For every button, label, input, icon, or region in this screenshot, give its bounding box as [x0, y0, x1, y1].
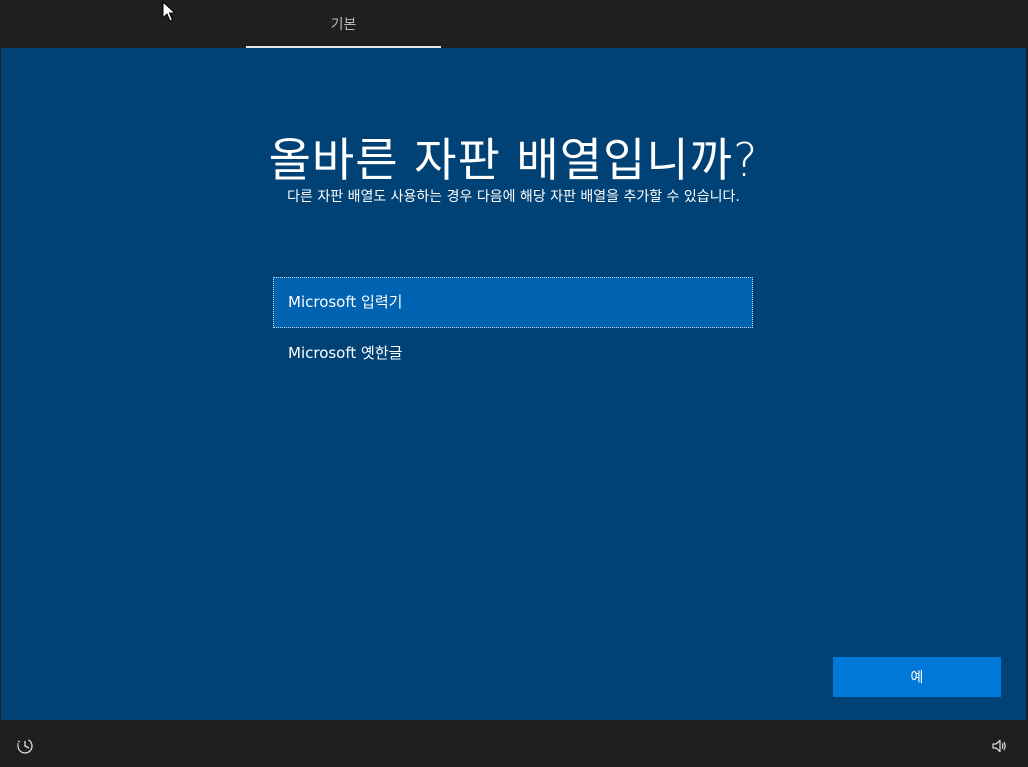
ease-of-access-icon[interactable] — [16, 737, 34, 755]
layout-option-microsoft-old-hangul[interactable]: Microsoft 옛한글 — [273, 328, 753, 379]
tab-basics[interactable]: 기본 — [246, 0, 441, 48]
keyboard-layout-list: Microsoft 입력기 Microsoft 옛한글 — [273, 277, 753, 379]
mouse-cursor-icon — [162, 1, 176, 22]
top-bar: 기본 — [0, 0, 1028, 48]
oobe-screen: 기본 올바른 자판 배열입니까? 다른 자판 배열도 사용하는 경우 다음에 해… — [0, 0, 1028, 767]
layout-option-microsoft-ime[interactable]: Microsoft 입력기 — [273, 277, 753, 328]
page-subtitle: 다른 자판 배열도 사용하는 경우 다음에 해당 자판 배열을 추가할 수 있습… — [287, 189, 740, 205]
volume-icon[interactable] — [991, 738, 1007, 754]
layout-option-label: Microsoft 입력기 — [288, 293, 403, 311]
page-title: 올바른 자판 배열입니까? — [268, 133, 759, 187]
main-panel: 올바른 자판 배열입니까? 다른 자판 배열도 사용하는 경우 다음에 해당 자… — [1, 48, 1026, 720]
bottom-bar — [0, 720, 1028, 767]
layout-option-label: Microsoft 옛한글 — [288, 344, 403, 362]
tab-basics-label: 기본 — [330, 17, 357, 33]
yes-button[interactable]: 예 — [833, 657, 1001, 697]
